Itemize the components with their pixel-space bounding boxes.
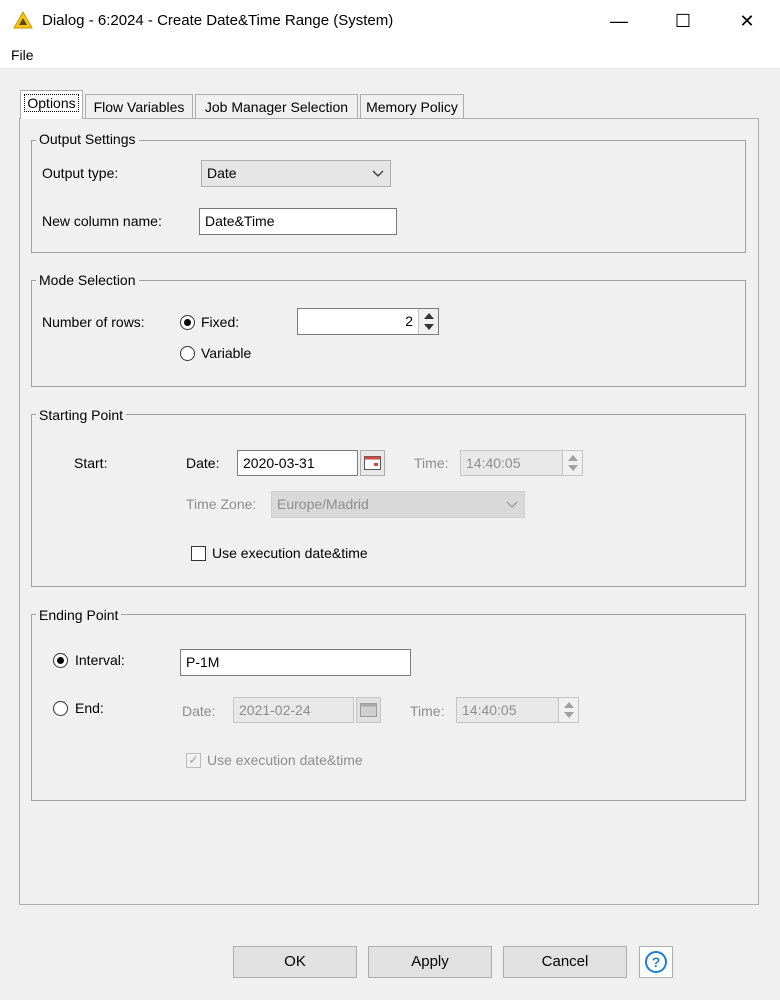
minimize-button[interactable]: — — [596, 0, 642, 42]
tab-flow-variables[interactable]: Flow Variables — [85, 94, 193, 118]
help-button[interactable]: ? — [639, 946, 673, 978]
calendar-icon — [360, 703, 377, 717]
chevron-down-icon — [506, 501, 518, 508]
output-type-label: Output type: — [42, 165, 119, 181]
menu-bar — [0, 42, 780, 69]
end-radio[interactable] — [53, 701, 68, 716]
spin-down-icon — [568, 465, 578, 471]
fixed-label: Fixed: — [201, 314, 240, 330]
output-type-value: Date — [207, 165, 237, 181]
spin-up-icon — [564, 702, 574, 708]
rows-label: Number of rows: — [42, 314, 145, 330]
end-calendar-button — [356, 697, 381, 723]
ending-point-legend: Ending Point — [36, 607, 122, 623]
start-use-exec-label: Use execution date&time — [212, 545, 368, 561]
ok-button[interactable]: OK — [233, 946, 357, 978]
chevron-down-icon — [372, 170, 384, 177]
end-use-exec-checkbox: ✓ — [186, 753, 201, 768]
fixed-radio[interactable] — [180, 315, 195, 330]
starting-point-legend: Starting Point — [36, 407, 127, 423]
output-settings-group — [31, 140, 746, 253]
interval-label: Interval: — [75, 652, 125, 668]
tab-memory-policy[interactable]: Memory Policy — [360, 94, 464, 118]
tab-job-manager-selection[interactable]: Job Manager Selection — [195, 94, 358, 118]
end-time-value: 14:40:05 — [462, 702, 517, 718]
spin-down-icon[interactable] — [424, 324, 434, 330]
apply-button[interactable]: Apply — [368, 946, 492, 978]
spin-up-icon[interactable] — [424, 313, 434, 319]
rows-spinner[interactable] — [418, 309, 438, 334]
start-use-exec-checkbox[interactable] — [191, 546, 206, 561]
cancel-button[interactable]: Cancel — [503, 946, 627, 978]
start-time-value: 14:40:05 — [466, 455, 521, 471]
title-bar: Dialog - 6:2024 - Create Date&Time Range… — [0, 0, 780, 42]
end-date-input: 2021-02-24 — [233, 697, 354, 723]
close-button[interactable]: ✕ — [724, 0, 770, 42]
tab-options-label: Options — [24, 94, 79, 112]
interval-radio[interactable] — [53, 653, 68, 668]
start-label: Start: — [74, 455, 108, 471]
variable-radio[interactable] — [180, 346, 195, 361]
spin-down-icon — [564, 712, 574, 718]
start-time-input: 14:40:05 — [460, 450, 583, 476]
start-date-label: Date: — [186, 455, 220, 471]
interval-input[interactable]: P-1M — [180, 649, 411, 676]
start-time-spinner — [562, 451, 582, 475]
end-time-input: 14:40:05 — [456, 697, 579, 723]
help-icon: ? — [645, 951, 667, 973]
window-title: Dialog - 6:2024 - Create Date&Time Range… — [42, 12, 394, 29]
start-time-label: Time: — [414, 455, 449, 471]
calendar-icon — [364, 456, 381, 470]
tab-options[interactable]: Options — [20, 90, 83, 119]
timezone-value: Europe/Madrid — [277, 496, 369, 512]
maximize-button[interactable]: ☐ — [660, 0, 706, 42]
fixed-rows-value: 2 — [405, 313, 413, 329]
end-time-spinner — [558, 698, 578, 722]
menu-file[interactable]: File — [11, 47, 34, 63]
ending-point-group — [31, 614, 746, 801]
start-calendar-button[interactable] — [360, 450, 385, 476]
timezone-select: Europe/Madrid — [271, 491, 525, 518]
variable-label: Variable — [201, 345, 252, 361]
fixed-rows-stepper[interactable]: 2 — [297, 308, 439, 335]
end-label: End: — [75, 700, 104, 716]
end-time-label: Time: — [410, 703, 445, 719]
column-name-label: New column name: — [42, 213, 162, 229]
spin-up-icon — [568, 455, 578, 461]
start-date-input[interactable]: 2020-03-31 — [237, 450, 358, 476]
column-name-input[interactable]: Date&Time — [199, 208, 397, 235]
end-use-exec-label: Use execution date&time — [207, 752, 363, 768]
output-settings-legend: Output Settings — [36, 131, 139, 147]
knime-triangle-icon — [13, 11, 33, 29]
mode-selection-legend: Mode Selection — [36, 272, 139, 288]
output-type-select[interactable]: Date — [201, 160, 391, 187]
timezone-label: Time Zone: — [186, 496, 257, 512]
end-date-label: Date: — [182, 703, 216, 719]
